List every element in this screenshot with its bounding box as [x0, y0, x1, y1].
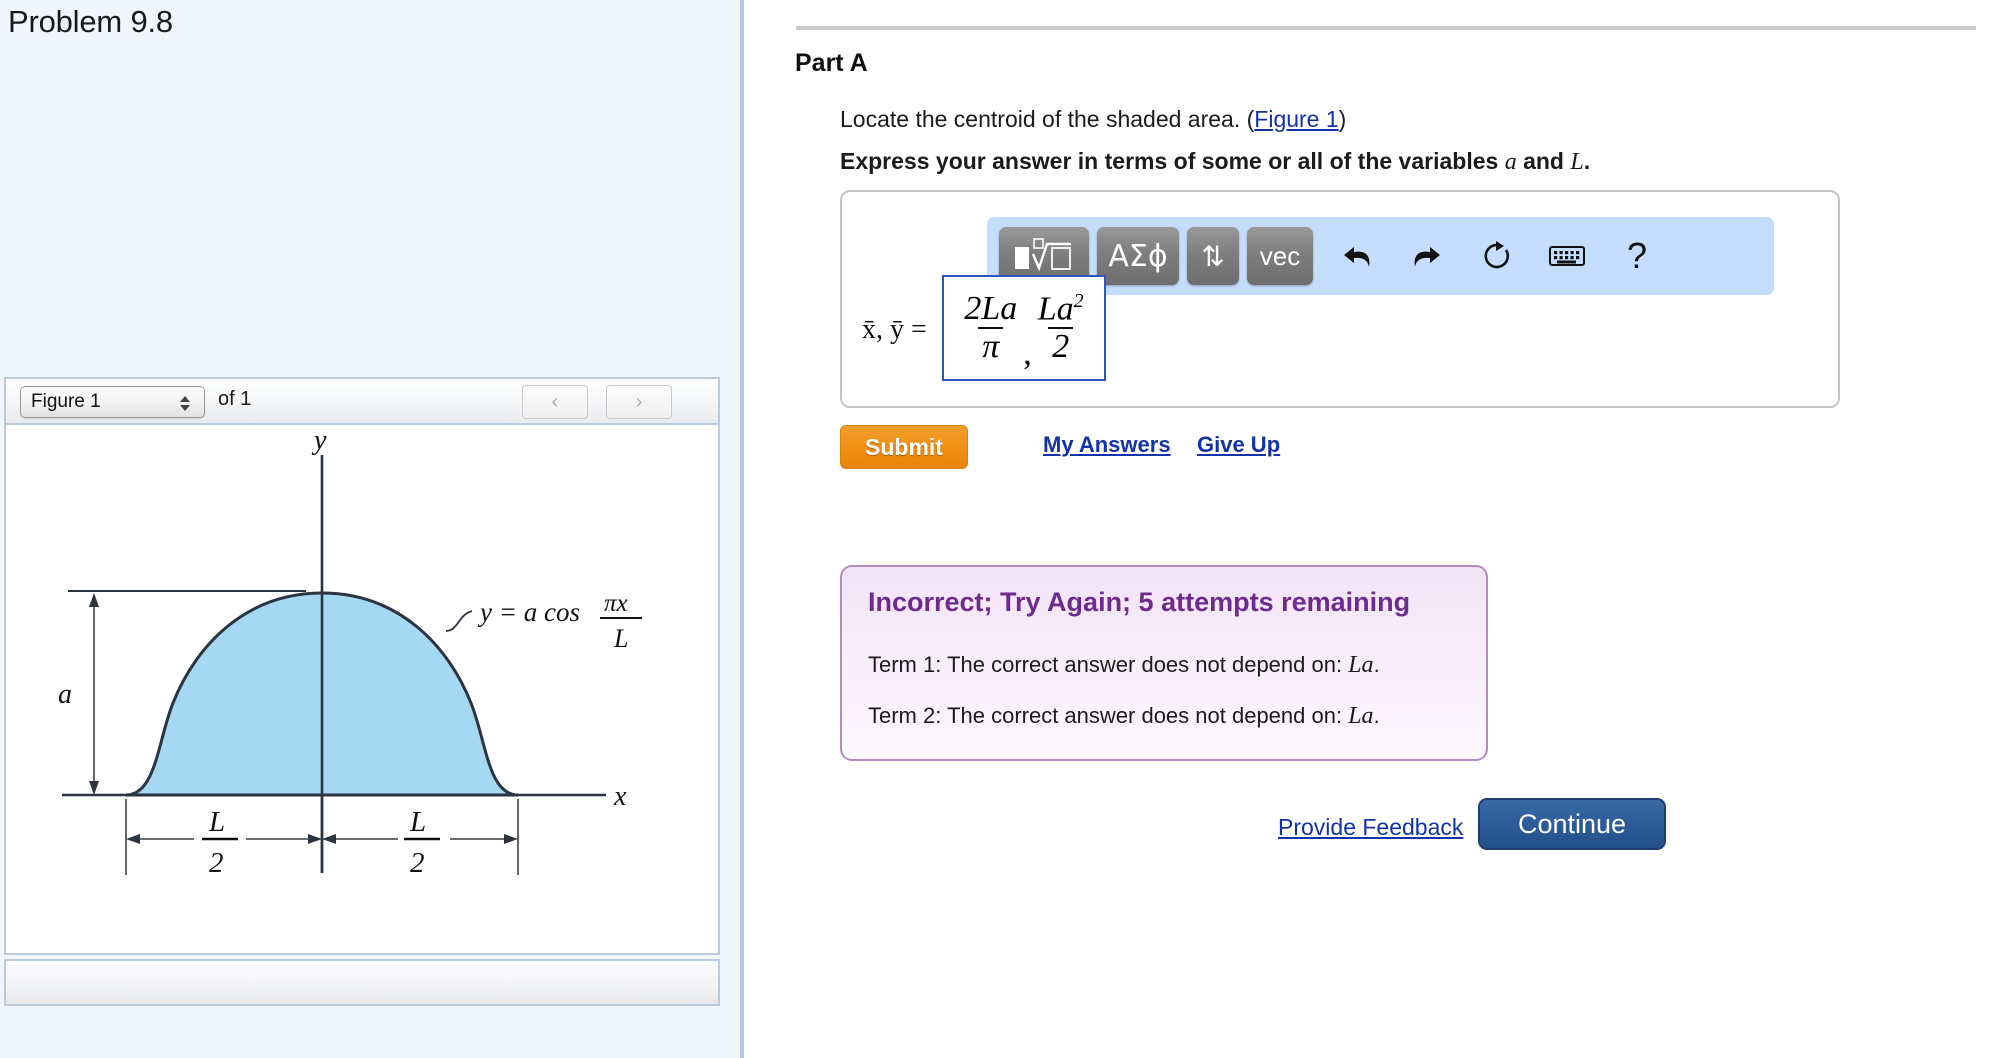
figure-curve-num: πx — [604, 590, 628, 617]
figure-next-button[interactable]: › — [606, 385, 672, 419]
feedback-term2-end: . — [1373, 703, 1380, 728]
answer-label: x̄, ȳ = — [862, 314, 927, 345]
figure-select[interactable]: Figure 1 — [20, 386, 205, 418]
figure-select-value: Figure 1 — [31, 391, 101, 412]
centroid-figure-svg: y x a y = a cos πx L L 2 L 2 — [58, 425, 642, 879]
problem-panel: Problem 9.8 Figure 1 of 1 ‹ › y x a y = … — [0, 0, 744, 1058]
page-title: Problem 9.8 — [8, 4, 173, 39]
answer-term2-numerator: La2 — [1037, 290, 1084, 328]
answer-expression: 2La π , La2 2 — [944, 277, 1104, 379]
figure-footer-bar — [4, 959, 720, 1006]
figure-1-link[interactable]: Figure 1 — [1254, 106, 1338, 132]
feedback-term2-text: Term 2: The correct answer does not depe… — [868, 703, 1349, 728]
figure-a-label: a — [58, 679, 72, 710]
express-suffix: . — [1583, 148, 1591, 174]
figure-widget: Figure 1 of 1 ‹ › y x a y = a cos πx L L… — [4, 377, 720, 1006]
redo-icon[interactable] — [1399, 227, 1455, 285]
page-root: Problem 9.8 Figure 1 of 1 ‹ › y x a y = … — [0, 0, 1996, 1058]
greek-letters-button[interactable]: ΑΣϕ — [1097, 227, 1179, 285]
feedback-term1-end: . — [1373, 652, 1380, 677]
part-heading: Part A — [795, 49, 868, 77]
submit-button[interactable]: Submit — [840, 425, 968, 469]
feedback-box: Incorrect; Try Again; 5 attempts remaini… — [840, 565, 1488, 761]
vector-button[interactable]: vec — [1247, 227, 1313, 285]
feedback-term2-var: La — [1348, 703, 1374, 729]
chevron-updown-icon — [180, 391, 190, 415]
question-text-end: ) — [1338, 106, 1347, 132]
express-var-l: L — [1570, 149, 1584, 175]
figure-dim-left-num: L — [208, 806, 225, 838]
answer-term1-numerator: 2La — [964, 290, 1018, 328]
express-var-a: a — [1504, 149, 1517, 175]
keyboard-icon[interactable] — [1539, 227, 1595, 285]
figure-dim-left-den: 2 — [209, 847, 224, 879]
divider — [796, 26, 1976, 30]
feedback-term1-text: Term 1: The correct answer does not depe… — [868, 652, 1349, 677]
answer-term2-exponent: 2 — [1073, 290, 1084, 313]
feedback-term1-var: La — [1348, 652, 1374, 678]
express-mid: and — [1516, 148, 1571, 174]
express-prefix: Express your answer in terms of some or … — [840, 148, 1505, 174]
question-text: Locate the centroid of the shaded area. … — [840, 106, 1346, 133]
figure-x-label: x — [613, 781, 627, 812]
figure-canvas: y x a y = a cos πx L L 2 L 2 — [4, 425, 720, 955]
question-panel: Part A Locate the centroid of the shaded… — [748, 0, 1996, 1058]
answer-input[interactable]: 2La π , La2 2 — [942, 275, 1106, 381]
help-button[interactable]: ? — [1609, 227, 1665, 285]
undo-icon[interactable] — [1329, 227, 1385, 285]
superscript-subscript-button[interactable]: ⇅ — [1187, 227, 1239, 285]
answer-term1-denominator: π — [978, 327, 1004, 365]
figure-curve-label: y = a cos — [477, 597, 580, 627]
figure-curve-den: L — [613, 624, 628, 653]
my-answers-link[interactable]: My Answers — [1043, 432, 1171, 458]
provide-feedback-link[interactable]: Provide Feedback — [1278, 814, 1463, 841]
express-instruction: Express your answer in terms of some or … — [840, 148, 1590, 176]
answer-term2-denominator: 2 — [1048, 327, 1074, 365]
figure-y-label: y — [311, 425, 327, 456]
figure-dim-right-num: L — [409, 806, 426, 838]
give-up-link[interactable]: Give Up — [1197, 432, 1280, 458]
figure-toolbar: Figure 1 of 1 ‹ › — [4, 377, 720, 425]
figure-count-label: of 1 — [218, 388, 252, 410]
feedback-term-2: Term 2: The correct answer does not depe… — [868, 703, 1380, 730]
feedback-title: Incorrect; Try Again; 5 attempts remaini… — [868, 587, 1411, 617]
answer-entry-box: ΑΣϕ ⇅ vec ? x̄, ȳ = 2La π , La2 2 — [840, 190, 1840, 408]
figure-dim-right-den: 2 — [410, 847, 425, 879]
question-text-main: Locate the centroid of the shaded area. … — [840, 106, 1255, 132]
root-icon — [1015, 238, 1071, 272]
answer-separator: , — [1023, 335, 1032, 372]
feedback-term-1: Term 1: The correct answer does not depe… — [868, 652, 1380, 679]
continue-button[interactable]: Continue — [1478, 798, 1666, 850]
figure-prev-button[interactable]: ‹ — [522, 385, 588, 419]
answer-term-2: La2 2 — [1034, 291, 1088, 365]
answer-term-1: 2La π — [960, 291, 1021, 364]
reset-icon[interactable] — [1469, 227, 1525, 285]
